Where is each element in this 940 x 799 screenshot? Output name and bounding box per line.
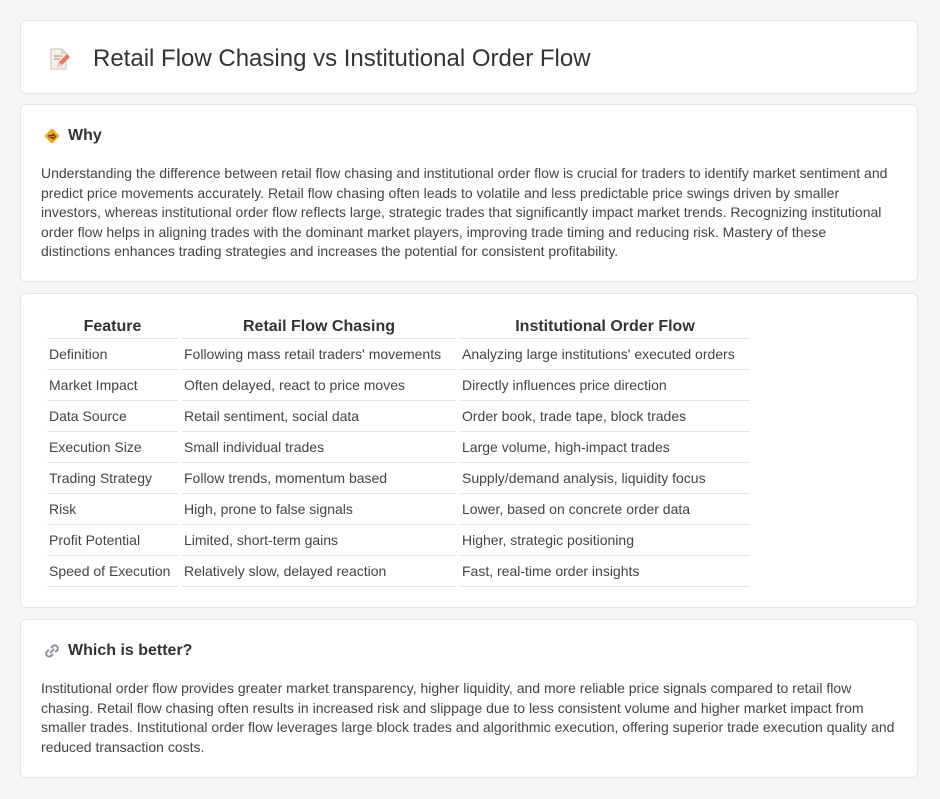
institutional-cell: Higher, strategic positioning <box>460 525 750 556</box>
feature-cell: Profit Potential <box>47 525 178 556</box>
better-text: Institutional order flow provides greate… <box>41 680 895 755</box>
institutional-cell: Large volume, high-impact trades <box>460 432 750 463</box>
retail-cell: Retail sentiment, social data <box>182 401 456 432</box>
why-heading: Why <box>68 127 102 144</box>
table-header-row: Feature Retail Flow Chasing Institutiona… <box>47 316 750 339</box>
institutional-cell: Lower, based on concrete order data <box>460 494 750 525</box>
retail-cell: Small individual trades <box>182 432 456 463</box>
better-heading: Which is better? <box>68 642 193 659</box>
better-heading-row: Which is better? <box>43 642 192 660</box>
why-text: Understanding the difference between ret… <box>41 165 888 260</box>
better-card: Which is better? Institutional order flo… <box>20 619 918 778</box>
institutional-cell: Analyzing large institutions' executed o… <box>460 339 750 370</box>
retail-cell: Limited, short-term gains <box>182 525 456 556</box>
feature-cell: Risk <box>47 494 178 525</box>
feature-cell: Data Source <box>47 401 178 432</box>
comparison-card: Feature Retail Flow Chasing Institutiona… <box>20 293 918 608</box>
why-card: Why Understanding the difference between… <box>20 104 918 282</box>
title-card: Retail Flow Chasing vs Institutional Ord… <box>20 20 918 94</box>
feature-cell: Definition <box>47 339 178 370</box>
header-institutional: Institutional Order Flow <box>460 316 750 339</box>
retail-cell: Follow trends, momentum based <box>182 463 456 494</box>
header-feature: Feature <box>47 316 178 339</box>
table-row: Speed of Execution Relatively slow, dela… <box>47 556 750 587</box>
institutional-cell: Directly influences price direction <box>460 370 750 401</box>
retail-cell: Often delayed, react to price moves <box>182 370 456 401</box>
table-row: Risk High, prone to false signals Lower,… <box>47 494 750 525</box>
header-retail: Retail Flow Chasing <box>182 316 456 339</box>
feature-cell: Trading Strategy <box>47 463 178 494</box>
feature-cell: Market Impact <box>47 370 178 401</box>
memo-pencil-icon <box>50 48 70 70</box>
table-row: Execution Size Small individual trades L… <box>47 432 750 463</box>
page-title: Retail Flow Chasing vs Institutional Ord… <box>93 45 591 72</box>
diamond-direction-icon <box>44 128 60 144</box>
table-row: Market Impact Often delayed, react to pr… <box>47 370 750 401</box>
feature-cell: Execution Size <box>47 432 178 463</box>
why-heading-row: Why <box>43 127 102 145</box>
institutional-cell: Supply/demand analysis, liquidity focus <box>460 463 750 494</box>
table-row: Definition Following mass retail traders… <box>47 339 750 370</box>
retail-cell: Relatively slow, delayed reaction <box>182 556 456 587</box>
table-row: Data Source Retail sentiment, social dat… <box>47 401 750 432</box>
table-row: Profit Potential Limited, short-term gai… <box>47 525 750 556</box>
retail-cell: High, prone to false signals <box>182 494 456 525</box>
link-icon <box>45 644 59 658</box>
institutional-cell: Order book, trade tape, block trades <box>460 401 750 432</box>
feature-cell: Speed of Execution <box>47 556 178 587</box>
retail-cell: Following mass retail traders' movements <box>182 339 456 370</box>
comparison-table: Feature Retail Flow Chasing Institutiona… <box>43 316 754 587</box>
institutional-cell: Fast, real-time order insights <box>460 556 750 587</box>
title-row: Retail Flow Chasing vs Institutional Ord… <box>47 45 591 73</box>
table-row: Trading Strategy Follow trends, momentum… <box>47 463 750 494</box>
